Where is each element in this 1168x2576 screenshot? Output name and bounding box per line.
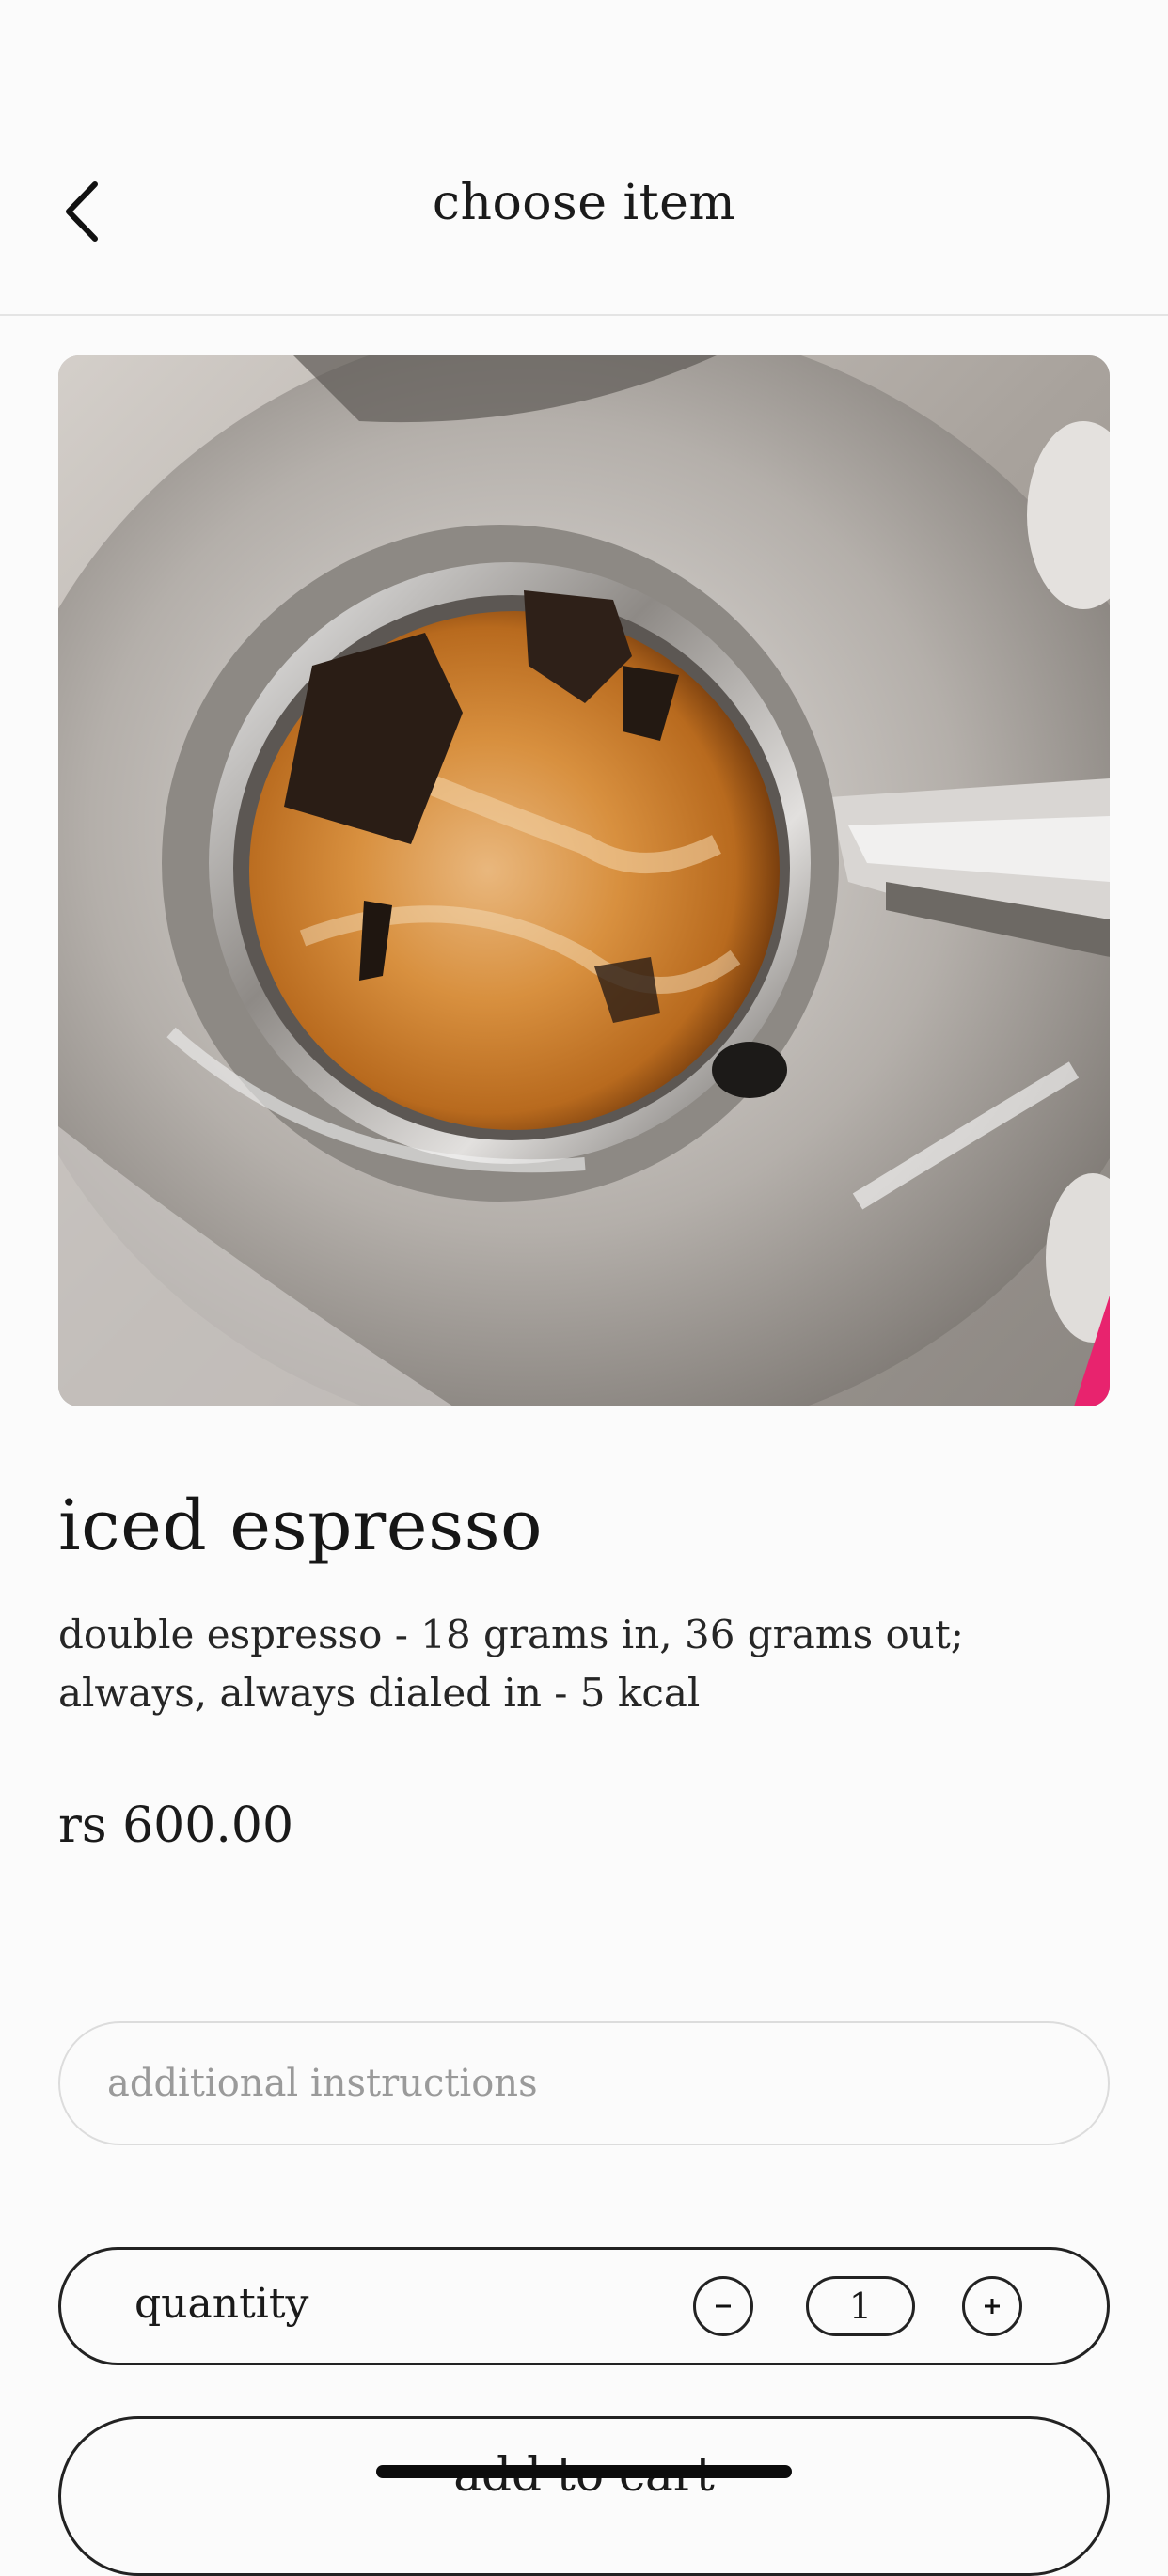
decrement-button[interactable] xyxy=(693,2276,753,2336)
item-description: double espresso - 18 grams in, 36 grams … xyxy=(58,1611,964,1716)
additional-instructions-input[interactable] xyxy=(58,2021,1110,2145)
product-image xyxy=(58,355,1110,1406)
add-to-cart-button[interactable]: add to cart xyxy=(58,2416,1110,2576)
quantity-selector: quantity 1 xyxy=(58,2247,1110,2365)
page-title: choose item xyxy=(432,175,736,231)
item-name: iced espresso xyxy=(58,1485,544,1566)
plus-icon xyxy=(985,2299,1000,2314)
home-indicator[interactable] xyxy=(376,2465,792,2478)
quantity-label: quantity xyxy=(134,2280,309,2328)
minus-icon xyxy=(716,2304,731,2308)
header-bar: choose item xyxy=(0,0,1168,316)
item-price: rs 600.00 xyxy=(58,1798,294,1854)
quantity-value: 1 xyxy=(806,2276,915,2336)
increment-button[interactable] xyxy=(962,2276,1022,2336)
